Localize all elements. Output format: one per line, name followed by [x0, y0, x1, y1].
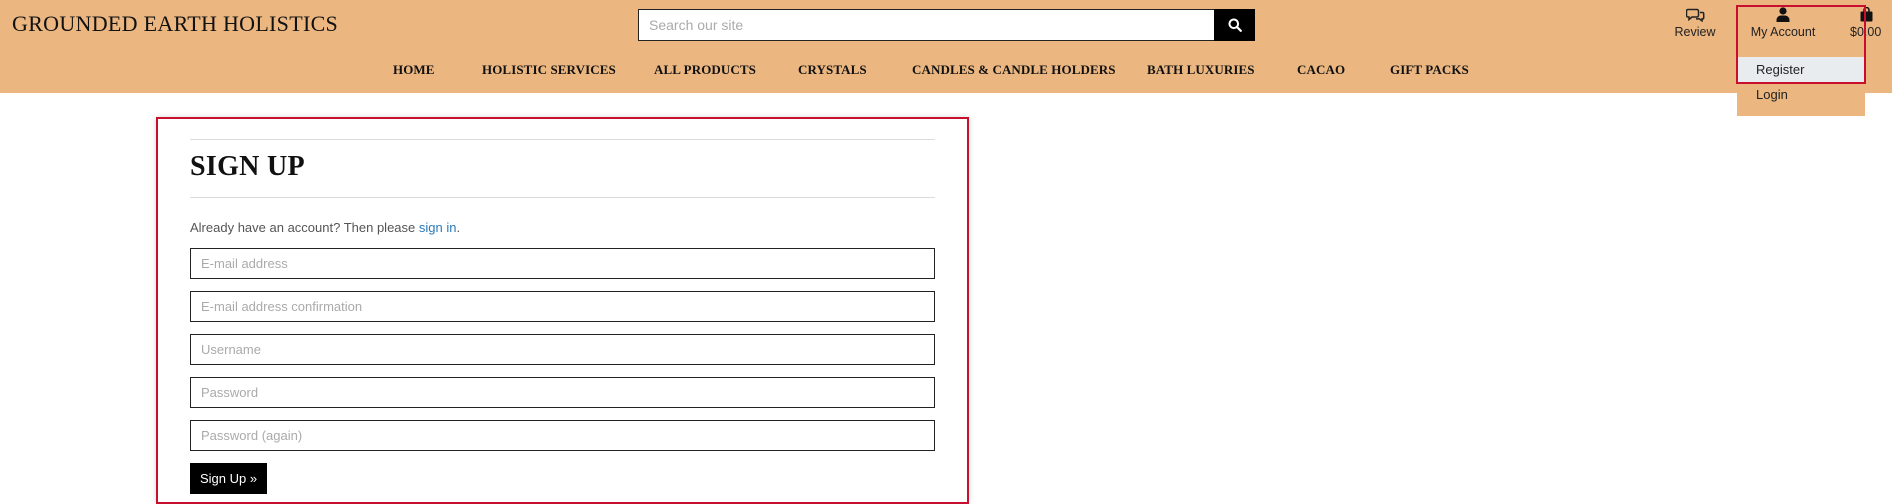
signin-prompt-text: Already have an account? Then please: [190, 220, 419, 235]
signin-prompt: Already have an account? Then please sig…: [190, 220, 935, 235]
email-confirmation-field[interactable]: [190, 291, 935, 322]
account-dropdown-menu: Register Login: [1737, 57, 1865, 116]
password-field[interactable]: [190, 377, 935, 408]
username-field[interactable]: [190, 334, 935, 365]
nav-item-candles[interactable]: CANDLES & CANDLE HOLDERS: [912, 62, 1116, 78]
search-button[interactable]: [1214, 9, 1255, 41]
site-logo[interactable]: GROUNDED EARTH HOLISTICS: [12, 11, 338, 37]
nav-item-home[interactable]: HOME: [393, 62, 435, 78]
chat-bubbles-icon: [1685, 8, 1704, 22]
review-link[interactable]: Review: [1674, 7, 1716, 39]
cart-link[interactable]: $0.00: [1850, 7, 1888, 39]
signup-button[interactable]: Sign Up »: [190, 463, 268, 494]
shopping-bag-icon: [1860, 7, 1873, 22]
my-account-link[interactable]: My Account: [1748, 7, 1818, 39]
signup-form: Sign Up »: [190, 248, 935, 494]
nav-item-gift-packs[interactable]: GIFT PACKS: [1390, 62, 1469, 78]
cart-total: $0.00: [1850, 25, 1882, 39]
search-input[interactable]: [638, 9, 1214, 41]
user-icon: [1776, 7, 1790, 22]
password-again-field[interactable]: [190, 420, 935, 451]
search-form: [638, 9, 1255, 41]
my-account-label: My Account: [1750, 25, 1816, 39]
nav-item-holistic-services[interactable]: HOLISTIC SERVICES: [482, 62, 616, 78]
signin-link[interactable]: sign in: [419, 220, 457, 235]
search-icon: [1228, 18, 1242, 32]
menu-item-register[interactable]: Register: [1737, 57, 1865, 82]
email-field[interactable]: [190, 248, 935, 279]
nav-item-cacao[interactable]: CACAO: [1297, 62, 1345, 78]
menu-item-login[interactable]: Login: [1737, 82, 1865, 107]
signup-card: SIGN UP Already have an account? Then pl…: [156, 117, 969, 504]
review-label: Review: [1674, 25, 1716, 39]
nav-item-all-products[interactable]: ALL PRODUCTS: [654, 62, 756, 78]
site-header: GROUNDED EARTH HOLISTICS HOME HOLISTIC S…: [0, 0, 1892, 93]
signin-prompt-end: .: [456, 220, 461, 235]
title-divider: [190, 197, 935, 198]
top-divider: [190, 139, 935, 140]
page-title: SIGN UP: [190, 151, 305, 182]
main-nav: HOME HOLISTIC SERVICES ALL PRODUCTS CRYS…: [0, 62, 1892, 80]
nav-item-bath-luxuries[interactable]: BATH LUXURIES: [1147, 62, 1255, 78]
nav-item-crystals[interactable]: CRYSTALS: [798, 62, 867, 78]
